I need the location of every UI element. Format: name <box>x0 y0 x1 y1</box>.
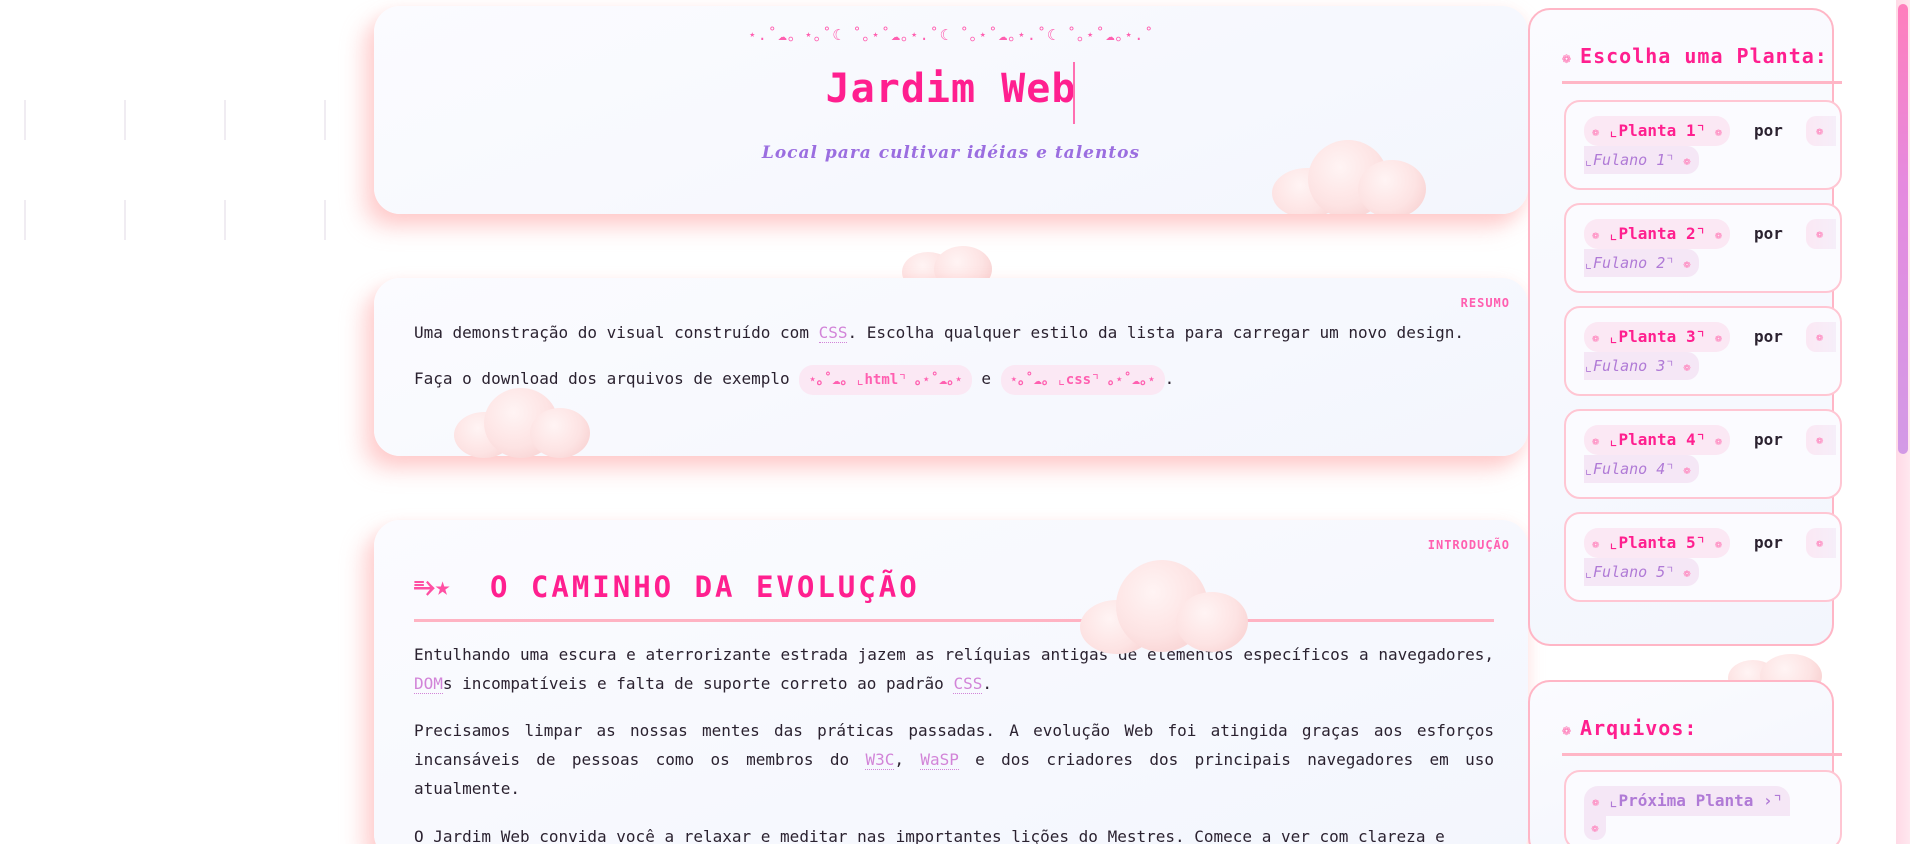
scrollbar-thumb[interactable] <box>1898 4 1908 454</box>
flower-icon: ❁ <box>1683 566 1691 580</box>
plant-chooser-panel: ❁ Escolha uma Planta: ❁ ⌞Planta 1⌝ ❁ por … <box>1528 8 1842 646</box>
flower-icon: ❁ <box>1592 331 1600 345</box>
next-plant-link[interactable]: ❁ ⌞Próxima Planta ›⌝ <box>1584 786 1791 816</box>
by-label: por <box>1754 121 1783 140</box>
plant-name: ⌞Planta 3⌝ <box>1608 327 1706 346</box>
author-name: ⌞Fulano 1⌝ <box>1584 151 1675 169</box>
plant-link[interactable]: ❁ ⌞Planta 5⌝ ❁ <box>1584 528 1731 558</box>
flower-icon: ❁ <box>1592 434 1600 448</box>
flower-icon: ❁ <box>1683 257 1691 271</box>
plant-link[interactable]: ❁ ⌞Planta 3⌝ ❁ <box>1584 322 1731 352</box>
section-heading: ⥱★ O CAMINHO DA EVOLUÇÃO <box>414 562 1494 622</box>
intro-paragraph-2: Precisamos limpar as nossas mentes das p… <box>414 716 1494 803</box>
flower-icon: ❁ <box>1683 360 1691 374</box>
author-link[interactable]: ⌞Fulano 1⌝ ❁ <box>1584 146 1699 174</box>
flower-icon: ❁ <box>1806 528 1836 558</box>
cloud-decoration <box>454 388 594 458</box>
author-name: ⌞Fulano 4⌝ <box>1584 460 1675 478</box>
next-plant-item[interactable]: ❁ ⌞Próxima Planta ›⌝ ❁ <box>1564 770 1842 844</box>
site-subtitle: Local para cultivar idéias e talentos <box>761 143 1141 163</box>
flower-icon: ❁ <box>1714 537 1723 551</box>
flower-icon: ❁ <box>1714 434 1723 448</box>
by-label: por <box>1754 224 1783 243</box>
flower-icon: ❁ <box>1562 721 1573 739</box>
intro-paragraph-1: Entulhando uma escura e aterrorizante es… <box>414 640 1494 698</box>
author-name: ⌞Fulano 3⌝ <box>1584 357 1675 375</box>
plant-name: ⌞Planta 4⌝ <box>1608 430 1706 449</box>
panel-heading-text: Escolha uma Planta: <box>1580 44 1828 68</box>
site-header: ⋆.˚☁︎。⋆｡˚☾ ˚｡⋆˚☁︎｡⋆.˚☾ ˚｡⋆˚☁︎｡⋆.˚☾ ˚｡⋆˚☁… <box>374 6 1528 214</box>
css-abbreviation[interactable]: CSS <box>818 323 848 343</box>
text-run: , <box>894 750 921 769</box>
text-run: . Escolha qualquer estilo da lista para … <box>847 323 1464 342</box>
plant-link[interactable]: ❁ ⌞Planta 2⌝ ❁ <box>1584 219 1731 249</box>
flower-icon: ❁ <box>1806 322 1836 352</box>
flower-icon: ❁ <box>1584 816 1606 840</box>
flower-icon: ❁ <box>1592 125 1600 139</box>
by-label: por <box>1754 430 1783 449</box>
plant-name: ⌞Planta 2⌝ <box>1608 224 1706 243</box>
flower-icon: ❁ <box>1714 228 1723 242</box>
files-panel: ❁ Arquivos: ❁ ⌞Próxima Planta ›⌝ ❁ <box>1528 680 1842 844</box>
text-run: e <box>971 369 1001 388</box>
wasp-abbreviation[interactable]: WaSP <box>920 750 959 770</box>
panel-heading-text: Arquivos: <box>1580 716 1698 740</box>
plant-name: ⌞Planta 1⌝ <box>1608 121 1706 140</box>
plant-item[interactable]: ❁ ⌞Planta 4⌝ ❁ por ❁ ⌞Fulano 4⌝ ❁ <box>1564 409 1842 499</box>
background-dashes <box>0 0 370 844</box>
summary-paragraph: Uma demonstração do visual construído co… <box>414 318 1494 347</box>
text-run: . <box>982 674 992 693</box>
by-label: por <box>1754 533 1783 552</box>
plant-item[interactable]: ❁ ⌞Planta 3⌝ ❁ por ❁ ⌞Fulano 3⌝ ❁ <box>1564 306 1842 396</box>
text-run: Entulhando uma escura e aterrorizante es… <box>414 645 1494 664</box>
w3c-abbreviation[interactable]: W3C <box>865 750 895 770</box>
author-link[interactable]: ⌞Fulano 4⌝ ❁ <box>1584 455 1699 483</box>
dom-abbreviation[interactable]: DOM <box>414 674 443 694</box>
flower-icon: ❁ <box>1806 219 1836 249</box>
flower-icon: ❁ <box>1806 116 1836 146</box>
download-paragraph: Faça o download dos arquivos de exemplo … <box>414 362 1494 396</box>
plant-link[interactable]: ❁ ⌞Planta 4⌝ ❁ <box>1584 425 1731 455</box>
flower-icon: ❁ <box>1592 228 1600 242</box>
panel-heading: ❁ Arquivos: <box>1562 716 1842 756</box>
section-tag: INTRODUÇÃO <box>1427 538 1510 552</box>
sparkle-decoration: ⋆.˚☁︎。⋆｡˚☾ ˚｡⋆˚☁︎｡⋆.˚☾ ˚｡⋆˚☁︎｡⋆.˚☾ ˚｡⋆˚☁… <box>747 26 1155 44</box>
flower-icon: ❁ <box>1714 331 1723 345</box>
text-run: s incompatíveis e falta de suporte corre… <box>442 674 954 693</box>
flower-icon: ❁ <box>1683 154 1691 168</box>
text-cursor <box>1073 62 1075 124</box>
css-download-link[interactable]: ⋆｡˚☁︎｡ ⌞css⌝ ｡⋆˚☁︎｡⋆ <box>1000 365 1165 395</box>
plant-item[interactable]: ❁ ⌞Planta 5⌝ ❁ por ❁ ⌞Fulano 5⌝ ❁ <box>1564 512 1842 602</box>
plant-name: ⌞Planta 5⌝ <box>1608 533 1706 552</box>
author-link[interactable]: ⌞Fulano 5⌝ ❁ <box>1584 558 1699 586</box>
text-run: Uma demonstração do visual construído co… <box>414 323 819 342</box>
shooting-star-icon: ⥱★ <box>414 572 451 602</box>
next-plant-label: ⌞Próxima Planta ›⌝ <box>1608 791 1783 810</box>
introduction-section: INTRODUÇÃO ⥱★ O CAMINHO DA EVOLUÇÃO Entu… <box>374 520 1528 844</box>
text-run: . <box>1164 369 1175 388</box>
by-label: por <box>1754 327 1783 346</box>
plant-link[interactable]: ❁ ⌞Planta 1⌝ ❁ <box>1584 116 1731 146</box>
author-name: ⌞Fulano 5⌝ <box>1584 563 1675 581</box>
flower-icon: ❁ <box>1806 425 1836 455</box>
author-name: ⌞Fulano 2⌝ <box>1584 254 1675 272</box>
flower-icon: ❁ <box>1592 537 1600 551</box>
site-title[interactable]: Jardim Web <box>374 66 1528 112</box>
plant-item[interactable]: ❁ ⌞Planta 2⌝ ❁ por ❁ ⌞Fulano 2⌝ ❁ <box>1564 203 1842 293</box>
summary-section: RESUMO Uma demonstração do visual constr… <box>374 278 1528 458</box>
panel-heading: ❁ Escolha uma Planta: <box>1562 44 1842 84</box>
flower-icon: ❁ <box>1562 49 1573 67</box>
flower-icon: ❁ <box>1683 463 1691 477</box>
intro-paragraph-3: O Jardim Web convida você a relaxar e me… <box>414 827 1445 844</box>
section-tag: RESUMO <box>1460 296 1510 310</box>
flower-icon: ❁ <box>1714 125 1723 139</box>
author-link[interactable]: ⌞Fulano 2⌝ ❁ <box>1584 249 1699 277</box>
css-abbreviation[interactable]: CSS <box>953 674 983 694</box>
flower-icon: ❁ <box>1592 795 1600 809</box>
section-heading-text: O CAMINHO DA EVOLUÇÃO <box>490 570 920 604</box>
plant-item[interactable]: ❁ ⌞Planta 1⌝ ❁ por ❁ ⌞Fulano 1⌝ ❁ <box>1564 100 1842 190</box>
author-link[interactable]: ⌞Fulano 3⌝ ❁ <box>1584 352 1699 380</box>
text-run: Faça o download dos arquivos de exemplo <box>414 369 800 388</box>
html-download-link[interactable]: ⋆｡˚☁︎｡ ⌞html⌝ ｡⋆˚☁︎｡⋆ <box>799 365 972 395</box>
